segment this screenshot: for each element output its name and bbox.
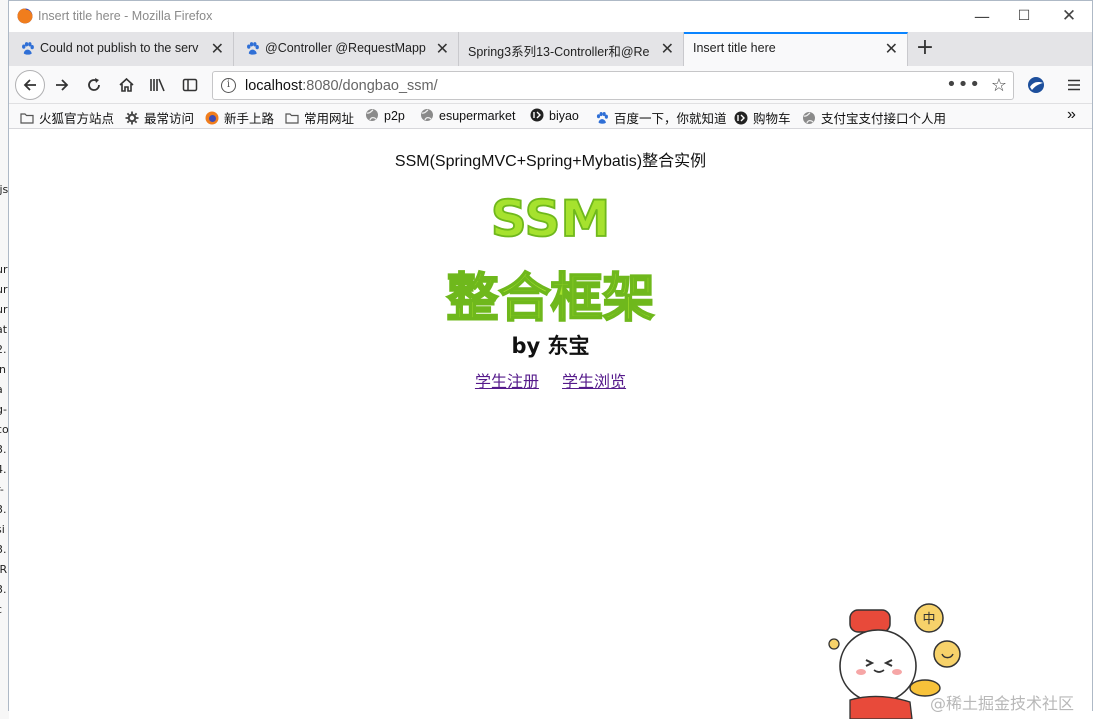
bookmarks-overflow-chevron-icon[interactable]: »	[1067, 106, 1076, 124]
tab-close-icon[interactable]: ✕	[885, 39, 898, 59]
url-bar[interactable]: i localhost:8080/dongbao_ssm/ ••• ☆	[212, 71, 1014, 100]
baidu-paw-icon	[596, 112, 608, 124]
tab-close-icon[interactable]: ✕	[211, 39, 224, 59]
bookmark-item[interactable]: 常用网址	[285, 108, 354, 126]
forward-button[interactable]	[49, 72, 75, 98]
site-info-icon[interactable]: i	[221, 78, 236, 93]
sidebar-button[interactable]	[177, 72, 203, 98]
nav-links: 学生注册 学生浏览	[9, 368, 1092, 392]
folder-icon	[285, 113, 299, 124]
biyao-icon	[530, 108, 544, 122]
bookmark-item[interactable]: esupermarket	[420, 108, 515, 126]
mascot-badge: 中	[922, 612, 935, 627]
new-tab-button[interactable]: +	[912, 35, 938, 63]
gear-icon	[125, 111, 139, 125]
tab-spring3-series[interactable]: Spring3系列13-Controller和@Re ✕	[459, 32, 684, 66]
globe-icon	[803, 112, 815, 124]
sidebar-icon	[182, 78, 198, 92]
bookmark-item[interactable]: p2p	[365, 108, 405, 126]
library-button[interactable]	[145, 72, 171, 98]
reload-icon	[88, 78, 100, 91]
bookmark-item[interactable]: 百度一下，你就知道	[595, 108, 727, 126]
back-button[interactable]	[15, 70, 45, 100]
hamburger-menu-icon	[1068, 79, 1080, 91]
student-register-link[interactable]: 学生注册	[475, 372, 539, 391]
baidu-paw-icon	[22, 42, 34, 55]
biyao-icon	[734, 111, 748, 125]
home-icon	[118, 77, 134, 92]
bookmark-item[interactable]: 火狐官方站点	[20, 108, 114, 126]
big-title-framework: 整合框架	[446, 268, 656, 330]
tab-bar: Could not publish to the serv ✕ @Control…	[9, 32, 1092, 66]
arrow-right-icon	[56, 79, 69, 91]
firefox-icon	[205, 111, 219, 125]
bookmarks-toolbar: 火狐官方站点 最常访问 新手上路 常用网址 p2p esupermarket b…	[9, 104, 1092, 129]
bookmark-item[interactable]: 最常访问	[125, 108, 194, 126]
tab-label: Could not publish to the serv	[40, 41, 199, 55]
desktop: .jsururur at2.ina g-co3.4. r-3.si3. .R3.…	[0, 0, 1101, 719]
url-text[interactable]: localhost:8080/dongbao_ssm/	[245, 78, 438, 94]
baidu-paw-icon	[247, 42, 259, 55]
globe-icon	[421, 109, 433, 121]
page-heading: SSM(SpringMVC+Spring+Mybatis)整合实例	[394, 153, 707, 170]
big-title-ssm: SSM	[490, 189, 611, 249]
minimize-button[interactable]: —	[959, 1, 1005, 32]
page-actions-icon[interactable]: •••	[946, 74, 981, 95]
student-browse-link[interactable]: 学生浏览	[562, 372, 626, 391]
library-icon	[150, 78, 165, 92]
extension-icon[interactable]	[1027, 76, 1045, 94]
tab-insert-title-here[interactable]: Insert title here ✕	[684, 32, 908, 66]
navigation-toolbar: i localhost:8080/dongbao_ssm/ ••• ☆	[9, 66, 1092, 104]
firefox-icon	[17, 8, 33, 24]
menu-button[interactable]	[1061, 72, 1087, 98]
tab-close-icon[interactable]: ✕	[436, 39, 449, 59]
title-bar: Insert title here - Mozilla Firefox — ☐ …	[9, 1, 1092, 32]
tab-label: @Controller @RequestMapp	[265, 41, 426, 55]
folder-icon	[20, 113, 34, 124]
bookmark-item[interactable]: biyao	[530, 108, 579, 126]
tab-could-not-publish[interactable]: Could not publish to the serv ✕	[9, 32, 234, 66]
author-byline: by 东宝	[511, 334, 590, 358]
reload-button[interactable]	[81, 72, 107, 98]
watermark-text: @稀土掘金技术社区	[930, 694, 1075, 713]
arrow-left-icon	[23, 79, 36, 91]
tab-close-icon[interactable]: ✕	[661, 39, 674, 59]
globe-icon	[366, 109, 378, 121]
close-window-button[interactable]: ✕	[1046, 1, 1092, 32]
tab-label: Spring3系列13-Controller和@Re	[468, 45, 650, 59]
bookmark-item[interactable]: 新手上路	[205, 108, 274, 126]
tab-label: Insert title here	[693, 41, 776, 55]
home-button[interactable]	[113, 72, 139, 98]
window-title: Insert title here - Mozilla Firefox	[38, 9, 213, 23]
bookmark-star-icon[interactable]: ☆	[991, 75, 1007, 96]
bookmark-item[interactable]: 支付宝支付接口个人用	[802, 108, 946, 126]
tab-controller-requestmapping[interactable]: @Controller @RequestMapp ✕	[234, 32, 459, 66]
maximize-button[interactable]: ☐	[1001, 1, 1047, 32]
bookmark-item[interactable]: 购物车	[734, 108, 791, 126]
